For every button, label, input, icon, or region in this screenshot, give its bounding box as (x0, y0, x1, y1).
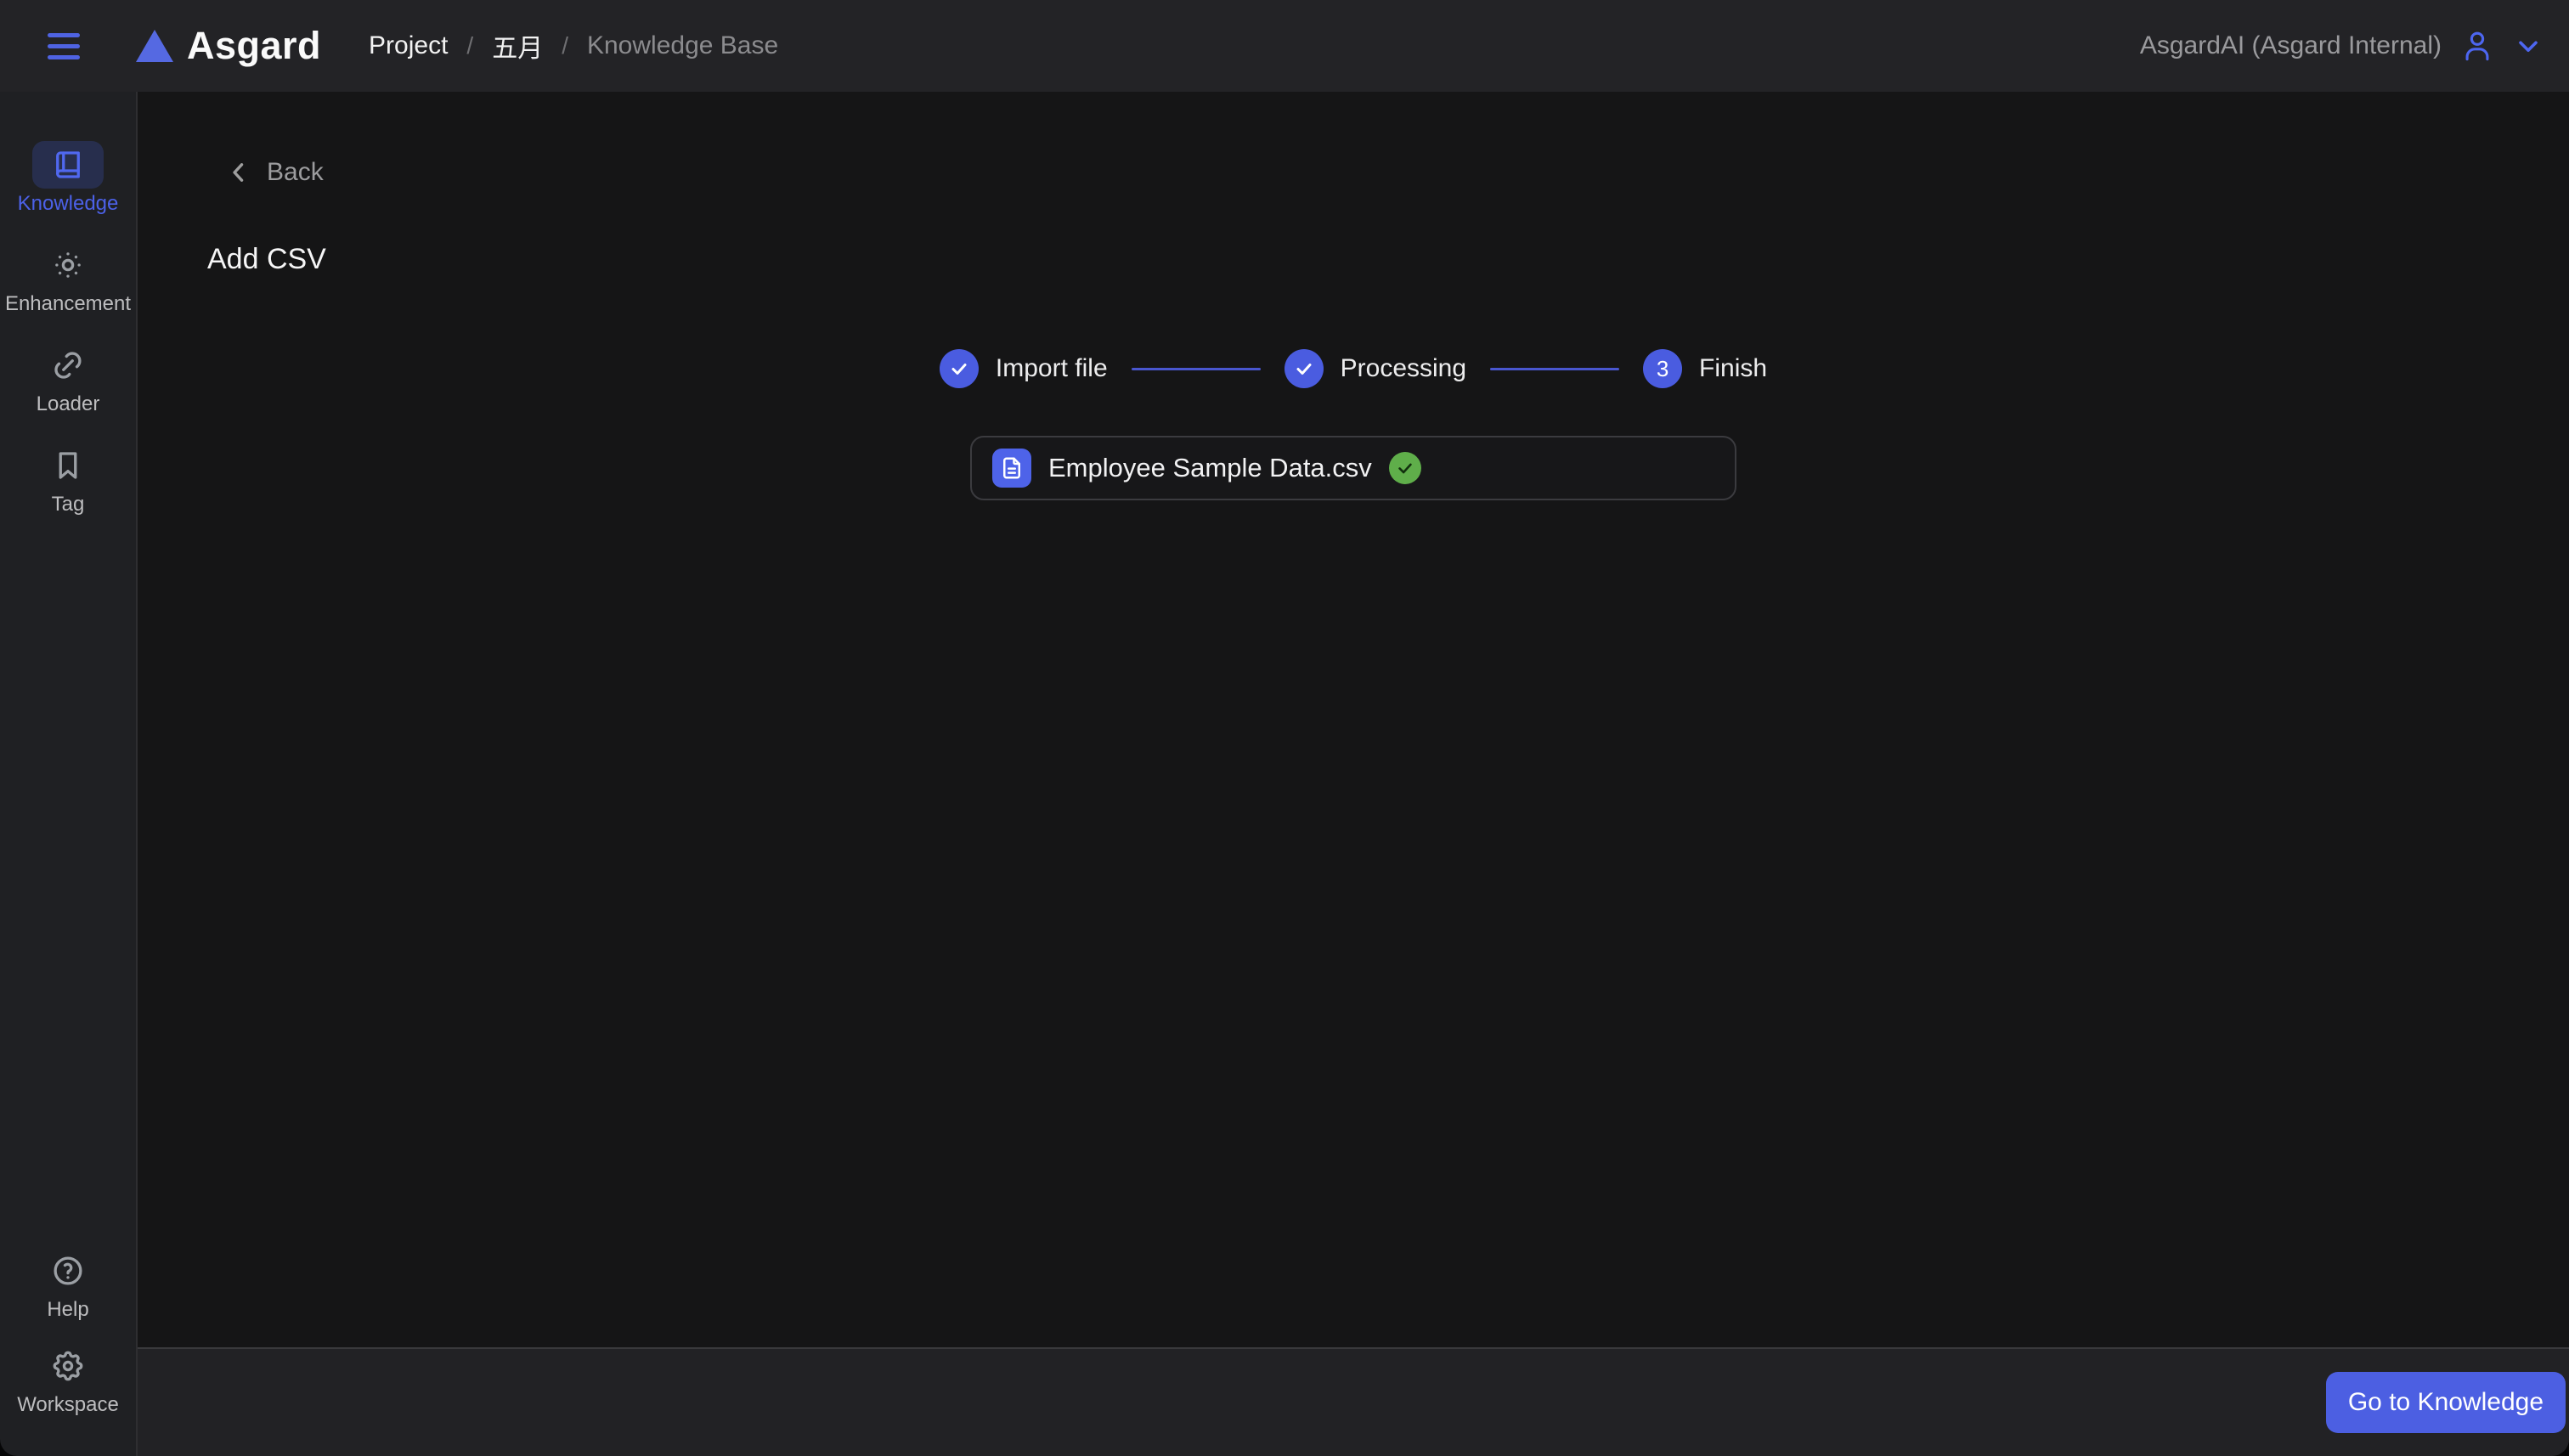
menu-icon[interactable] (48, 32, 80, 59)
breadcrumb-project-name[interactable]: 五月 (492, 27, 543, 65)
sidebar-item-label: Workspace (17, 1393, 119, 1416)
step-connector (1131, 367, 1261, 370)
link-icon (54, 352, 82, 379)
back-button[interactable]: Back (224, 158, 324, 187)
chevron-down-icon[interactable] (2513, 31, 2544, 61)
sun-icon (55, 252, 81, 278)
sidebar-item-enhancement[interactable]: Enhancement (5, 241, 131, 316)
sidebar-item-label: Knowledge (17, 192, 119, 215)
sidebar-item-help[interactable]: Help (32, 1247, 104, 1322)
step-label: Processing (1340, 354, 1467, 382)
sidebar: Knowledge Enhancement Loader Tag Help Wo… (0, 92, 138, 1456)
sidebar-item-workspace[interactable]: Workspace (17, 1342, 119, 1417)
add-csv-page: Back Add CSV Import file Processing 3 Fi… (138, 92, 2569, 1347)
chevron-left-icon (233, 163, 244, 182)
user-icon[interactable] (2459, 27, 2496, 65)
sidebar-item-label: Enhancement (4, 292, 132, 315)
account-label: AsgardAI (Asgard Internal) (2139, 31, 2442, 59)
sidebar-item-knowledge[interactable]: Knowledge (17, 141, 119, 216)
step-done-icon (1284, 349, 1324, 388)
app-window: Asgard Project / 五月 / Knowledge Base Asg… (0, 0, 2569, 1456)
breadcrumb-current-page: Knowledge Base (586, 31, 779, 59)
sidebar-item-label: Tag (51, 493, 85, 516)
header-bar: Asgard Project / 五月 / Knowledge Base Asg… (0, 0, 2569, 92)
book-icon (56, 151, 80, 178)
sidebar-item-loader[interactable]: Loader (32, 341, 104, 416)
uploaded-file-card[interactable]: Employee Sample Data.csv (970, 436, 1736, 500)
gear-icon (53, 1351, 83, 1381)
breadcrumb: Project / 五月 / Knowledge Base (369, 27, 778, 65)
breadcrumb-root[interactable]: Project (369, 31, 448, 60)
logo-text: Asgard (187, 24, 322, 67)
go-to-knowledge-button[interactable]: Go to Knowledge (2325, 1372, 2566, 1433)
account-menu[interactable]: AsgardAI (Asgard Internal) (2140, 27, 2544, 65)
step-done-icon (939, 349, 979, 388)
step-label: Finish (1699, 354, 1768, 382)
logo-triangle-icon (136, 30, 173, 62)
bookmark-icon (59, 452, 77, 479)
sidebar-item-label: Loader (36, 392, 100, 415)
question-circle-icon (54, 1256, 82, 1285)
step-finish: 3 Finish (1643, 349, 1767, 388)
success-check-icon (1388, 452, 1421, 484)
footer-bar: Go to Knowledge (138, 1347, 2569, 1456)
import-stepper: Import file Processing 3 Finish (207, 349, 2499, 388)
breadcrumb-separator: / (466, 32, 474, 59)
main-area: Back Add CSV Import file Processing 3 Fi… (138, 92, 2569, 1456)
csv-file-icon (992, 449, 1031, 488)
back-label: Back (267, 158, 324, 186)
step-label: Import file (995, 354, 1108, 382)
sidebar-item-tag[interactable]: Tag (32, 442, 104, 516)
step-connector (1490, 367, 1620, 370)
breadcrumb-separator: / (562, 32, 568, 59)
sidebar-item-label: Help (47, 1298, 89, 1321)
page-title: Add CSV (207, 243, 326, 275)
file-name: Employee Sample Data.csv (1048, 453, 1372, 483)
step-processing: Processing (1284, 349, 1466, 388)
step-import-file: Import file (939, 349, 1108, 388)
app-logo[interactable]: Asgard (136, 24, 321, 68)
step-number-badge: 3 (1643, 349, 1683, 388)
